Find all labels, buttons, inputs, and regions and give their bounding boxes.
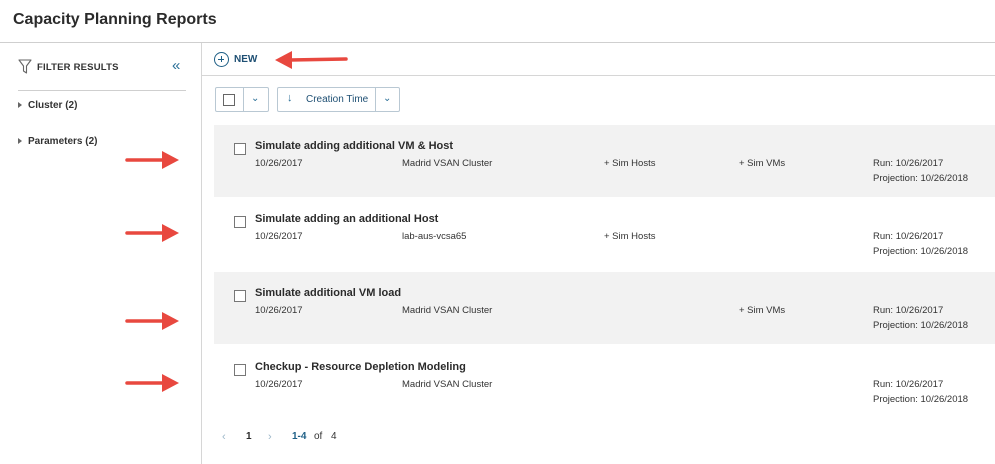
filter-sidebar: FILTER RESULTS « Cluster (2) Parameters … xyxy=(0,43,202,464)
new-button-label: NEW xyxy=(234,54,258,65)
funnel-icon xyxy=(18,59,32,74)
page-of-label: of xyxy=(314,431,323,442)
caret-right-icon xyxy=(18,138,22,145)
filter-header: FILTER RESULTS « xyxy=(18,57,186,91)
select-all-checkbox[interactable] xyxy=(223,94,235,106)
report-row[interactable]: Simulate additional VM load 10/26/2017 M… xyxy=(214,272,995,344)
report-date: 10/26/2017 xyxy=(255,305,303,316)
report-run-date: Run: 10/26/2017 xyxy=(873,158,944,169)
callout-arrow-icon xyxy=(125,151,179,169)
callout-arrow-icon xyxy=(275,51,348,69)
report-checkbox[interactable] xyxy=(234,216,246,228)
select-all-dropdown[interactable]: ⌄ xyxy=(215,87,269,112)
report-cluster: Madrid VSAN Cluster xyxy=(402,305,493,316)
divider xyxy=(243,88,244,111)
report-run-date: Run: 10/26/2017 xyxy=(873,305,944,316)
sort-dropdown[interactable]: ↓ Creation Time ⌄ xyxy=(277,87,400,112)
report-run-date: Run: 10/26/2017 xyxy=(873,231,944,242)
report-name[interactable]: Simulate adding an additional Host xyxy=(255,213,438,225)
report-name[interactable]: Simulate adding additional VM & Host xyxy=(255,140,453,152)
caret-right-icon xyxy=(18,102,22,109)
divider xyxy=(375,88,376,111)
report-date: 10/26/2017 xyxy=(255,158,303,169)
filter-group-cluster[interactable]: Cluster (2) xyxy=(18,100,77,111)
current-page-number[interactable]: 1 xyxy=(246,431,252,442)
sort-field-label[interactable]: Creation Time xyxy=(306,94,368,105)
title-bar: Capacity Planning Reports xyxy=(0,0,995,43)
callout-arrow-icon xyxy=(125,224,179,242)
previous-page-icon[interactable]: ‹ xyxy=(222,431,226,443)
new-report-button[interactable]: NEW xyxy=(214,52,257,67)
page-range: 1-4 xyxy=(292,431,307,442)
filter-group-parameters[interactable]: Parameters (2) xyxy=(18,136,97,147)
report-run-date: Run: 10/26/2017 xyxy=(873,379,944,390)
sort-descending-icon[interactable]: ↓ xyxy=(287,92,293,104)
callout-arrow-icon xyxy=(125,374,179,392)
report-date: 10/26/2017 xyxy=(255,379,303,390)
report-sim-hosts: + Sim Hosts xyxy=(604,231,656,242)
report-sim-vms: + Sim VMs xyxy=(739,158,786,169)
report-checkbox[interactable] xyxy=(234,364,246,376)
chevron-down-icon[interactable]: ⌄ xyxy=(383,93,391,104)
report-row[interactable]: Simulate adding additional VM & Host 10/… xyxy=(214,125,995,197)
report-cluster: lab-aus-vcsa65 xyxy=(402,231,467,242)
report-cluster: Madrid VSAN Cluster xyxy=(402,158,493,169)
collapse-sidebar-icon[interactable]: « xyxy=(172,58,180,74)
report-name[interactable]: Checkup - Resource Depletion Modeling xyxy=(255,361,466,373)
report-cluster: Madrid VSAN Cluster xyxy=(402,379,493,390)
report-row[interactable]: Checkup - Resource Depletion Modeling 10… xyxy=(214,346,995,418)
chevron-down-icon[interactable]: ⌄ xyxy=(251,93,259,104)
report-date: 10/26/2017 xyxy=(255,231,303,242)
callout-arrow-icon xyxy=(125,312,179,330)
report-projection-date: Projection: 10/26/2018 xyxy=(873,320,969,331)
page-total: 4 xyxy=(331,431,337,442)
report-row[interactable]: Simulate adding an additional Host 10/26… xyxy=(214,198,995,270)
report-sim-hosts: + Sim Hosts xyxy=(604,158,656,169)
report-name[interactable]: Simulate additional VM load xyxy=(255,287,401,299)
filter-group-label: Cluster (2) xyxy=(28,100,78,111)
next-page-icon[interactable]: › xyxy=(268,431,272,443)
report-sim-vms: + Sim VMs xyxy=(739,305,786,316)
report-checkbox[interactable] xyxy=(234,290,246,302)
report-projection-date: Projection: 10/26/2018 xyxy=(873,394,969,405)
report-checkbox[interactable] xyxy=(234,143,246,155)
page-title: Capacity Planning Reports xyxy=(13,11,217,28)
report-projection-date: Projection: 10/26/2018 xyxy=(873,246,969,257)
plus-circle-icon xyxy=(214,52,229,67)
report-projection-date: Projection: 10/26/2018 xyxy=(873,173,969,184)
filter-group-label: Parameters (2) xyxy=(28,136,98,147)
filter-results-label: FILTER RESULTS xyxy=(37,62,119,73)
